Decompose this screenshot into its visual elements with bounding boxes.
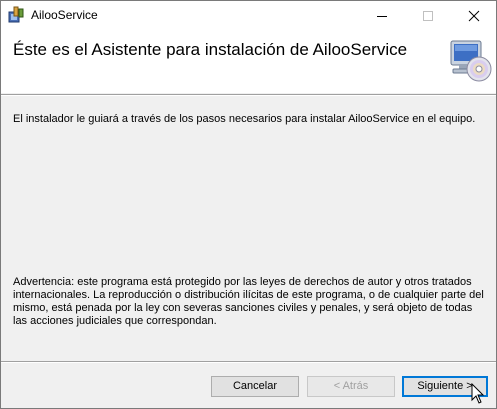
wizard-header: Éste es el Asistente para instalación de… — [1, 29, 496, 93]
intro-text: El instalador le guiará a través de los … — [13, 113, 476, 125]
close-button[interactable] — [451, 1, 496, 29]
cancel-button[interactable]: Cancelar — [211, 376, 299, 397]
mouse-pointer-icon — [471, 382, 487, 407]
window-title: AilooService — [31, 8, 98, 22]
header-divider — [1, 94, 496, 96]
installer-window: AilooService Éste es el Asistente para i… — [0, 0, 497, 409]
computer-cd-setup-icon — [445, 37, 493, 85]
close-icon — [468, 10, 480, 22]
footer-divider — [1, 361, 496, 363]
title-bar[interactable]: AilooService — [1, 1, 496, 29]
installer-package-icon — [8, 6, 24, 23]
page-title: Éste es el Asistente para instalación de… — [13, 40, 408, 59]
maximize-button[interactable] — [405, 1, 451, 29]
back-button[interactable]: < Atrás — [307, 376, 395, 397]
minimize-button[interactable] — [359, 1, 405, 29]
copyright-warning: Advertencia: este programa está protegid… — [13, 276, 484, 327]
minimize-icon — [377, 16, 387, 17]
maximize-icon — [423, 11, 433, 21]
